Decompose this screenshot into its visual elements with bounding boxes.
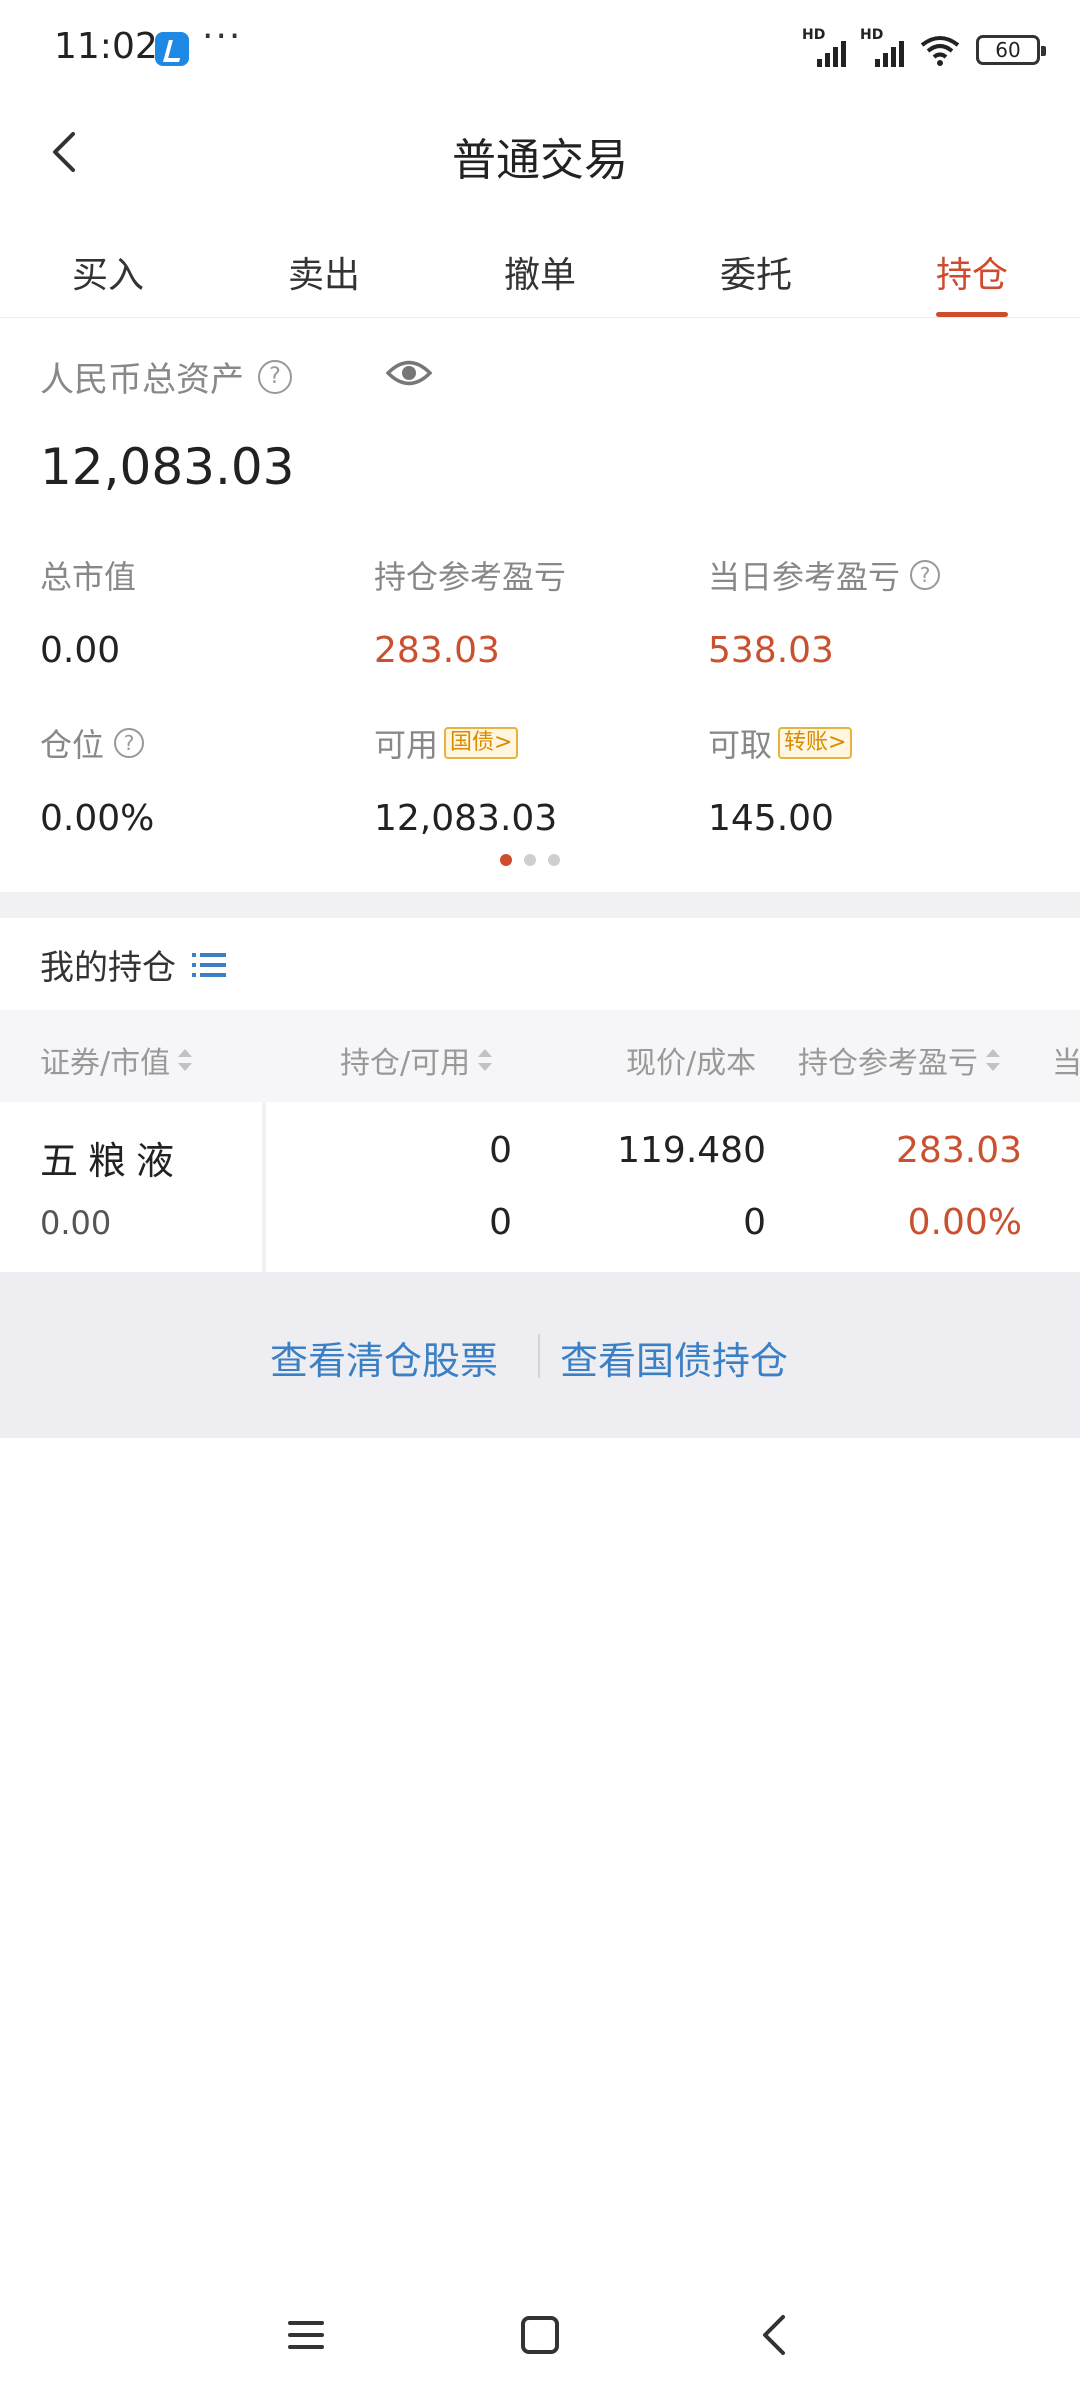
eye-icon[interactable] — [386, 358, 432, 388]
metric-withdrawable: 可取 转账> 145.00 — [708, 720, 853, 839]
column-price: 现价/成本 — [626, 1046, 757, 1081]
metric-daily-pnl: 当日参考盈亏 ? 538.03 — [708, 552, 941, 671]
available-qty: 0 — [489, 1202, 512, 1243]
current-price: 119.480 — [617, 1130, 766, 1171]
page-indicator — [500, 854, 560, 866]
holdings-footer: 查看清仓股票 查看国债持仓 — [0, 1272, 1080, 1438]
status-time: 11:02 — [54, 26, 158, 67]
status-indicators: HD HD 60 — [802, 27, 1046, 70]
holdings-table-header: 证券/市值 持仓/可用 现价/成本 持仓参考盈亏 当 — [0, 1010, 1080, 1102]
tab-sell[interactable]: 卖出 — [216, 228, 432, 317]
footer-divider — [538, 1334, 540, 1378]
total-assets-value: 12,083.03 — [40, 438, 295, 496]
signal-icon-2: HD — [860, 27, 904, 67]
back-triangle-icon — [763, 2315, 785, 2355]
menu-nav-button[interactable] — [276, 2310, 336, 2360]
battery-icon: 60 — [976, 35, 1046, 65]
view-cleared-stocks-link[interactable]: 查看清仓股票 — [270, 1330, 498, 1385]
page-dot — [548, 854, 560, 866]
security-name: 五粮液 — [40, 1139, 185, 1183]
sort-icon — [986, 1049, 1000, 1071]
column-position[interactable]: 持仓/可用 — [340, 1038, 493, 1082]
status-bar: 11:02 ··· HD HD 60 — [0, 0, 1080, 100]
sort-icon — [478, 1049, 493, 1071]
holdings-title: 我的持仓 — [40, 940, 228, 989]
list-icon[interactable] — [190, 949, 228, 981]
metric-available: 可用 国债> 12,083.03 — [374, 726, 558, 839]
page-title: 普通交易 — [452, 135, 628, 186]
column-separator — [262, 1102, 266, 1272]
tab-holdings[interactable]: 持仓 — [864, 228, 1080, 317]
total-assets-label: 人民币总资产 ? — [40, 352, 292, 401]
page-dot-active — [500, 854, 512, 866]
tab-buy[interactable]: 买入 — [0, 228, 216, 317]
tab-orders[interactable]: 委托 — [648, 228, 864, 317]
daily-pnl-help-icon[interactable]: ? — [910, 560, 941, 590]
wifi-icon — [920, 36, 960, 66]
transfer-tag-button[interactable]: 转账> — [778, 727, 853, 759]
signal-icon: HD — [802, 27, 846, 67]
bond-tag-button[interactable]: 国债> — [444, 727, 519, 759]
trade-tabs: 买入 卖出 撤单 委托 持仓 — [0, 228, 1080, 318]
notification-app-icon — [155, 32, 189, 66]
home-square-icon — [521, 2316, 559, 2354]
security-market-value: 0.00 — [40, 1204, 112, 1242]
table-row[interactable]: 五粮液 0.00 0 0 119.480 0 283.03 0.00% — [0, 1102, 1080, 1272]
position-pnl: 283.03 — [896, 1130, 1022, 1171]
view-bond-holdings-link[interactable]: 查看国债持仓 — [560, 1330, 788, 1385]
home-nav-button[interactable] — [510, 2310, 570, 2360]
more-notifications-icon: ··· — [202, 16, 243, 57]
metric-total-market-value: 总市值 0.00 — [40, 558, 137, 671]
position-help-icon[interactable]: ? — [114, 728, 145, 758]
header: 普通交易 — [0, 100, 1080, 210]
metric-position-pnl: 持仓参考盈亏 283.03 — [374, 558, 567, 671]
help-icon[interactable]: ? — [258, 359, 292, 394]
sort-icon — [178, 1049, 193, 1071]
menu-icon — [288, 2321, 324, 2349]
tab-cancel-order[interactable]: 撤单 — [432, 228, 648, 317]
column-daily-partial: 当 — [1052, 1046, 1080, 1081]
metric-position-ratio: 仓位 ? 0.00% — [40, 726, 155, 839]
section-divider — [0, 892, 1080, 918]
column-security[interactable]: 证券/市值 — [40, 1038, 193, 1082]
position-pnl-pct: 0.00% — [907, 1202, 1022, 1243]
page-dot — [524, 854, 536, 866]
position-qty: 0 — [489, 1130, 512, 1171]
column-pnl[interactable]: 持仓参考盈亏 — [798, 1038, 1000, 1082]
system-navigation-bar — [0, 2290, 1080, 2380]
cost-price: 0 — [743, 1202, 766, 1243]
back-nav-button[interactable] — [744, 2310, 804, 2360]
